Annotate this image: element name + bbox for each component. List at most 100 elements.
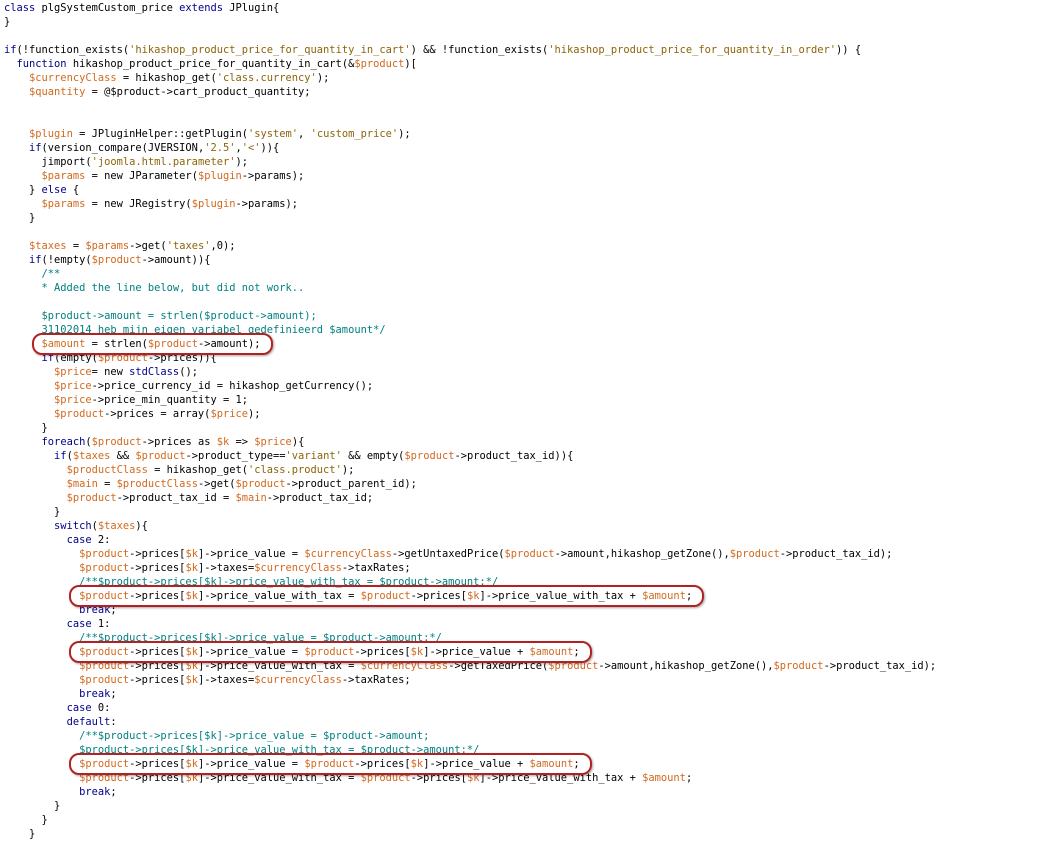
code-token: $k — [466, 772, 480, 784]
code-line: if(empty($product->prices)){ — [0, 351, 1057, 365]
code-line: if(!function_exists('hikashop_product_pr… — [0, 43, 1057, 57]
code-token: ->product_tax_id = — [116, 492, 236, 504]
code-token: 2: — [91, 534, 111, 546]
code-token: ->prices[ — [129, 660, 186, 672]
code-token: $product — [66, 492, 117, 504]
code-token: $amount — [41, 338, 86, 350]
code-token: $k — [185, 562, 198, 574]
code-token: ->prices[ — [354, 646, 411, 658]
code-token: ]->price_value_with_tax + — [479, 772, 643, 784]
code-token: $k — [185, 772, 198, 784]
code-token: $k — [410, 758, 424, 770]
code-token: } — [4, 16, 11, 28]
code-token: ); — [248, 408, 261, 420]
code-token: } — [4, 506, 61, 518]
code-token: $k — [185, 660, 198, 672]
code-token: $product — [304, 758, 355, 770]
code-token: ; — [573, 758, 580, 770]
code-token: = JPluginHelper::getPlugin( — [72, 128, 248, 140]
code-line: $product->prices[$k]->price_value_with_t… — [0, 659, 1057, 673]
code-token: switch — [54, 520, 92, 532]
code-line: break; — [0, 603, 1057, 617]
code-token: $k — [466, 590, 480, 602]
code-line: $product->prices[$k]->price_value = $cur… — [0, 547, 1057, 561]
code-token: $price — [54, 380, 92, 392]
code-token: * Added the line below, but did not work… — [4, 282, 305, 294]
code-line: $plugin = JPluginHelper::getPlugin('syst… — [0, 127, 1057, 141]
code-token: $quantity — [29, 86, 86, 98]
code-token: plgSystemCustom_price — [35, 2, 180, 14]
code-token: => — [229, 436, 255, 448]
code-line: /**$product->prices[$k]->price_value = $… — [0, 729, 1057, 743]
code-token: $product — [79, 758, 130, 770]
code-line: case 0: — [0, 701, 1057, 715]
code-line: if(version_compare(JVERSION,'2.5','<')){ — [0, 141, 1057, 155]
code-token: ; — [685, 772, 693, 784]
code-token: ->prices[ — [129, 548, 186, 560]
code-line: case 1: — [0, 617, 1057, 631]
code-token: ->getUntaxedPrice( — [391, 548, 505, 560]
code-line: } — [0, 827, 1057, 841]
code-token: } — [4, 212, 36, 224]
code-token: /**$product->prices[$k]->price_value_wit… — [4, 576, 499, 588]
code-token: ->amount)){ — [141, 254, 211, 266]
code-line: $product->prices = array($price); — [0, 407, 1057, 421]
code-line: foreach($product->prices as $k => $price… — [0, 435, 1057, 449]
code-token: $price — [54, 394, 92, 406]
code-token: = hikashop_get( — [147, 464, 248, 476]
code-line: if(!empty($product->amount)){ — [0, 253, 1057, 267]
code-token: )){ — [260, 142, 280, 154]
code-token: = — [97, 478, 117, 490]
code-token: $currencyClass — [254, 562, 342, 574]
code-token: $amount — [642, 590, 686, 602]
code-line: $product->prices[$k]->taxes=$currencyCla… — [0, 673, 1057, 687]
code-token: 'system' — [248, 128, 299, 140]
code-line: $price->price_min_quantity = 1; — [0, 393, 1057, 407]
code-token: (!empty( — [41, 254, 92, 266]
code-line: $amount = strlen($product->amount); — [0, 337, 1057, 351]
code-line: $currencyClass = hikashop_get('class.cur… — [0, 71, 1057, 85]
code-line: $quantity = @$product->cart_product_quan… — [0, 85, 1057, 99]
code-token: $product — [404, 450, 455, 462]
code-token: = strlen( — [85, 338, 148, 350]
code-token: $product — [504, 548, 555, 560]
code-token: $main — [235, 492, 267, 504]
code-token: $product — [79, 660, 130, 672]
code-line: } — [0, 813, 1057, 827]
code-token: 'class.product' — [247, 464, 342, 476]
code-token: ->prices[ — [129, 772, 186, 784]
code-token: ->amount,hikashop_getZone(), — [554, 548, 730, 560]
code-line: $product->prices[$k]->taxes=$currencyCla… — [0, 561, 1057, 575]
code-token: ->amount,hikashop_getZone(), — [598, 660, 774, 672]
code-token: ->product_tax_id)){ — [454, 450, 574, 462]
code-line: $product->amount = strlen($product->amou… — [0, 309, 1057, 323]
code-token: $product — [354, 58, 405, 70]
code-editor[interactable]: class plgSystemCustom_price extends JPlu… — [0, 0, 1057, 848]
code-line: } — [0, 15, 1057, 29]
code-token: = hikashop_get( — [116, 72, 217, 84]
code-token: = — [66, 240, 86, 252]
code-line: break; — [0, 687, 1057, 701]
code-token: case — [66, 534, 92, 546]
code-token: /**$product->prices[$k]->price_value = $… — [4, 632, 442, 644]
code-token: ) && !function_exists( — [410, 44, 549, 56]
code-token: )) { — [836, 44, 862, 56]
code-token: && empty( — [341, 450, 405, 462]
code-token: $currencyClass — [304, 548, 392, 560]
code-token: $product — [79, 646, 130, 658]
